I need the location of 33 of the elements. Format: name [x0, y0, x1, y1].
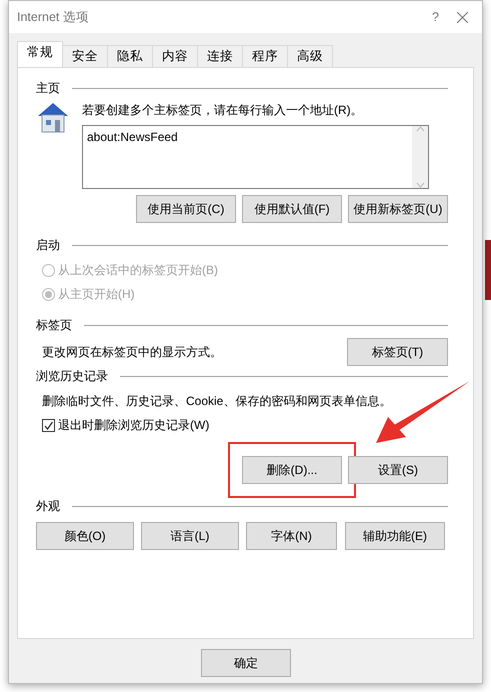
radio-label: 从主页开始(H) [58, 286, 135, 303]
section-heading: 主页 [36, 80, 60, 97]
radio-label: 从上次会话中的标签页开始(B) [58, 262, 218, 279]
section-heading: 标签页 [36, 317, 72, 334]
close-icon[interactable] [457, 12, 468, 22]
section-heading: 外观 [36, 498, 60, 515]
address-box[interactable]: about:NewsFeed [82, 125, 429, 189]
button[interactable]: 标签页(T) [347, 338, 448, 366]
button[interactable]: 辅助功能(E) [345, 522, 445, 550]
tab[interactable]: 高级 [287, 45, 333, 67]
hint-text: 若要创建多个主标签页，请在每行输入一个地址(R)。 [82, 102, 364, 119]
button[interactable]: 使用当前页(C) [136, 195, 236, 223]
description-text: 删除临时文件、历史记录、Cookie、保存的密码和网页表单信息。 [42, 393, 392, 410]
help-button[interactable]: ? [432, 8, 439, 26]
scrollbar[interactable] [412, 126, 428, 188]
description-text: 更改网页在标签页中的显示方式。 [42, 344, 222, 361]
button[interactable]: 设置(S) [348, 456, 448, 484]
scroll-down-icon[interactable] [416, 182, 424, 188]
button[interactable]: 确定 [201, 649, 291, 677]
button[interactable]: 使用新标签页(U) [348, 195, 448, 223]
button[interactable]: 使用默认值(F) [242, 195, 342, 223]
tab[interactable]: 常规 [17, 41, 63, 67]
window-title: Internet 选项 [17, 8, 89, 26]
section-heading: 启动 [36, 237, 60, 254]
button[interactable]: 语言(L) [141, 522, 239, 550]
house-icon [36, 101, 70, 133]
checkbox[interactable] [42, 418, 55, 432]
section-heading: 浏览历史记录 [36, 368, 108, 385]
checkbox-label: 退出时删除浏览历史记录(W) [58, 417, 210, 434]
button[interactable]: 字体(N) [246, 522, 337, 550]
button[interactable]: 删除(D)... [242, 456, 342, 484]
scroll-up-icon[interactable] [416, 126, 424, 132]
button[interactable]: 颜色(O) [36, 522, 134, 550]
